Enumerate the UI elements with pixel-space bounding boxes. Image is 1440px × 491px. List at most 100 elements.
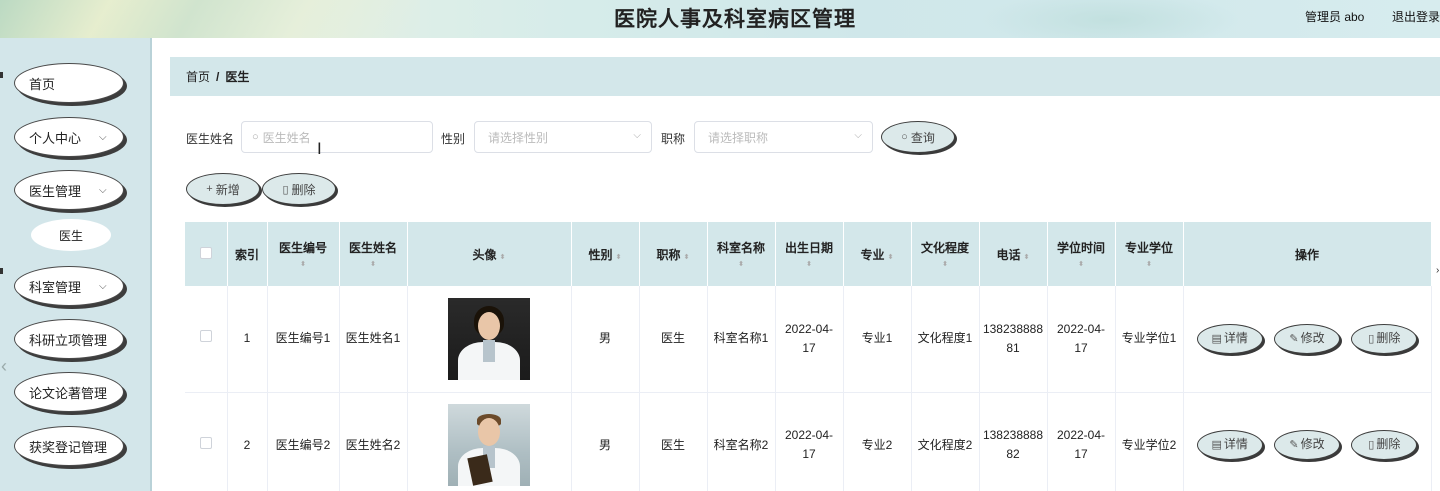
gender-placeholder: 请选择性别 — [488, 130, 549, 145]
cell-birth-date: 2022-04-17 — [775, 392, 844, 491]
column-header[interactable]: 出生日期 ⬍ — [775, 222, 844, 286]
cell-actions: ▤ 详情 ✎ 修改 ▯ 删除 — [1183, 286, 1432, 393]
batch-delete-button[interactable]: ▯ 删除 — [262, 173, 336, 205]
sidebar-item-label: 医生管理 — [29, 183, 82, 199]
doctor-name-input[interactable]: ○ 医生姓名 — [241, 121, 433, 153]
avatar[interactable] — [448, 404, 530, 486]
row-checkbox[interactable] — [199, 436, 212, 449]
sidebar-item-doctor-management[interactable]: 医生管理 ⌵ — [14, 170, 124, 210]
sort-icon[interactable]: ⬍ — [1024, 254, 1030, 261]
column-header[interactable]: 科室名称 ⬍ — [707, 222, 776, 286]
select-all-checkbox[interactable] — [199, 246, 212, 259]
chevron-down-icon: ⌵ — [99, 281, 107, 292]
cell-degree-date: 2022-04-17 — [1047, 392, 1116, 491]
plus-icon: + — [206, 183, 213, 195]
column-header[interactable]: 文化程度 ⬍ — [911, 222, 980, 286]
trash-icon: ▯ — [1368, 332, 1375, 345]
column-header[interactable]: 专业学位 ⬍ — [1115, 222, 1184, 286]
sort-icon[interactable]: ⬍ — [1050, 261, 1113, 269]
sidebar-item-research-projects[interactable]: 科研立项管理 — [14, 319, 124, 359]
sidebar-item-label: 首页 — [29, 76, 56, 92]
select-all-cell[interactable] — [185, 222, 228, 286]
page-title: 医院人事及科室病区管理 — [614, 7, 856, 31]
sidebar-item-label: 获奖登记管理 — [29, 439, 108, 455]
query-button[interactable]: ○ 查询 — [881, 121, 955, 153]
sort-icon[interactable]: ⬍ — [710, 261, 773, 269]
sidebar-item-label: 论文论著管理 — [29, 385, 108, 401]
row-select-cell[interactable] — [185, 286, 228, 393]
breadcrumb-current: 医生 — [225, 70, 250, 84]
title-select[interactable]: 请选择职称 ⌵ — [694, 121, 873, 153]
sidebar-item-home[interactable]: 首页 — [14, 63, 124, 103]
sort-icon[interactable]: ⬍ — [778, 261, 841, 269]
column-header[interactable]: 头像 ⬍ — [407, 222, 572, 286]
column-header[interactable]: 学位时间 ⬍ — [1047, 222, 1116, 286]
column-header[interactable]: 专业 ⬍ — [843, 222, 912, 286]
column-header[interactable]: 医生编号 ⬍ — [267, 222, 340, 286]
trash-icon: ▯ — [1368, 439, 1375, 451]
table-row: 1 医生编号1 医生姓名1 男 医生 科室名称1 2022-04-17 专业1 … — [185, 286, 1432, 393]
delete-button[interactable]: ▯ 删除 — [1351, 323, 1418, 354]
column-header: 操作 — [1183, 222, 1432, 286]
sort-icon[interactable]: ⬍ — [342, 261, 405, 269]
detail-button[interactable]: ▤ 详情 — [1196, 323, 1263, 354]
cell-gender: 男 — [571, 392, 640, 491]
sort-icon[interactable]: ⬍ — [500, 254, 506, 261]
cell-phone: 13823888881 — [979, 286, 1048, 393]
column-header[interactable]: 职称 ⬍ — [639, 222, 708, 286]
cell-birth-date: 2022-04-17 — [775, 286, 844, 393]
delete-button-label: 删除 — [291, 182, 316, 197]
sort-icon[interactable]: ⬍ — [684, 254, 690, 261]
sidebar-item-department-management[interactable]: 科室管理 ⌵ — [14, 266, 124, 306]
detail-button[interactable]: ▤ 详情 — [1196, 430, 1263, 460]
add-button[interactable]: + 新增 — [186, 173, 260, 205]
sidebar-subitem-doctor[interactable]: 医生 — [31, 219, 111, 251]
cell-doctor-no: 医生编号1 — [267, 286, 340, 393]
row-select-cell[interactable] — [185, 392, 228, 491]
sidebar-item-papers[interactable]: 论文论著管理 — [14, 372, 124, 412]
column-header[interactable]: 性别 ⬍ — [571, 222, 640, 286]
avatar[interactable] — [448, 297, 530, 380]
edit-button[interactable]: ✎ 修改 — [1274, 430, 1340, 460]
document-icon: ▤ — [1211, 439, 1222, 451]
doctor-name-placeholder: 医生姓名 — [262, 130, 311, 145]
chevron-down-icon: ⌵ — [854, 130, 862, 141]
search-icon: ○ — [252, 131, 259, 143]
sort-icon[interactable]: ⬍ — [1118, 261, 1181, 269]
delete-button[interactable]: ▯ 删除 — [1351, 430, 1418, 460]
title-placeholder: 请选择职称 — [708, 130, 769, 145]
cell-avatar — [407, 286, 572, 393]
column-header[interactable]: 电话 ⬍ — [979, 222, 1048, 286]
pencil-icon: ✎ — [1289, 439, 1299, 451]
cell-doctor-no: 医生编号2 — [267, 392, 340, 491]
current-user: 管理员 abo — [1305, 10, 1365, 24]
sort-icon[interactable]: ⬍ — [616, 254, 622, 261]
sidebar: 首页 个人中心 ⌵ 医生管理 ⌵ 医生 科室管理 ⌵ ‹ 科研立项管理 论文论著… — [0, 38, 152, 491]
sort-icon[interactable]: ⬍ — [914, 261, 977, 269]
breadcrumb-home[interactable]: 首页 — [186, 68, 210, 85]
cell-major: 专业1 — [843, 286, 912, 393]
sidebar-item-personal-center[interactable]: 个人中心 ⌵ — [14, 117, 124, 157]
logout-link[interactable]: 退出登录 — [1392, 8, 1440, 25]
cell-education: 文化程度1 — [911, 286, 980, 393]
edit-button[interactable]: ✎ 修改 — [1274, 323, 1340, 354]
cell-doctor-name: 医生姓名1 — [339, 286, 408, 393]
doctor-name-label: 医生姓名 — [186, 132, 235, 146]
sidebar-item-label: 个人中心 — [29, 130, 82, 146]
sidebar-item-awards[interactable]: 获奖登记管理 — [14, 426, 124, 466]
chevron-left-icon[interactable]: ‹ — [1, 356, 7, 377]
row-checkbox[interactable] — [199, 330, 212, 343]
table-row: 2 医生编号2 医生姓名2 男 医生 科室名称2 2022-04-17 专业2 … — [185, 392, 1432, 491]
add-button-label: 新增 — [215, 182, 240, 197]
sort-icon[interactable]: ⬍ — [270, 261, 337, 269]
gender-select[interactable]: 请选择性别 ⌵ — [474, 121, 652, 153]
chevron-down-icon: ⌵ — [99, 185, 107, 196]
sort-icon[interactable]: ⬍ — [888, 254, 894, 261]
cell-index: 1 — [227, 286, 268, 393]
column-header[interactable]: 医生姓名 ⬍ — [339, 222, 408, 286]
app-header: 医院人事及科室病区管理 管理员 abo 退出登录 — [0, 0, 1440, 38]
cell-gender: 男 — [571, 286, 640, 393]
title-label: 职称 — [661, 132, 686, 146]
scroll-right-icon[interactable]: › — [1436, 265, 1439, 276]
document-icon: ▤ — [1211, 332, 1222, 345]
